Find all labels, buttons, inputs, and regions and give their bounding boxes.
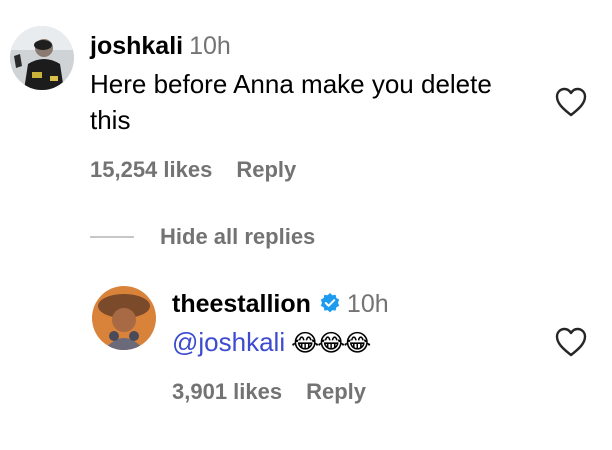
reply-button[interactable]: Reply [306, 379, 366, 405]
reply-text: @joshkali 😂😂😂 [172, 324, 371, 362]
replies-toggle-row: Hide all replies [90, 222, 315, 252]
timestamp: 10h [346, 290, 389, 318]
reply-button[interactable]: Reply [236, 157, 296, 183]
username[interactable]: joshkali [90, 32, 183, 60]
timestamp: 10h [189, 32, 231, 60]
avatar-theestallion[interactable] [92, 286, 156, 350]
comment-text-line-2: this [90, 105, 131, 135]
username[interactable]: theestallion [172, 290, 311, 318]
like-count[interactable]: 3,901 likes [172, 379, 282, 405]
comment-header: joshkali 10h [90, 32, 231, 61]
comment-actions: 15,254 likes Reply [90, 157, 296, 183]
reply-header: theestallion 10h [172, 290, 389, 319]
mention-link[interactable]: @joshkali [172, 327, 285, 357]
comment-text: Here before Anna make you delete this [90, 66, 492, 138]
comment-text-line-1: Here before Anna make you delete [90, 69, 492, 99]
divider [90, 236, 134, 238]
heart-icon[interactable] [554, 86, 588, 118]
verified-badge-icon [319, 292, 341, 319]
hide-replies-button[interactable]: Hide all replies [160, 224, 315, 250]
like-count[interactable]: 15,254 likes [90, 157, 212, 183]
reply-actions: 3,901 likes Reply [172, 379, 366, 405]
avatar-joshkali[interactable] [10, 26, 74, 90]
laughing-emoji-icon: 😂😂😂 [291, 330, 371, 357]
heart-icon[interactable] [554, 326, 588, 358]
